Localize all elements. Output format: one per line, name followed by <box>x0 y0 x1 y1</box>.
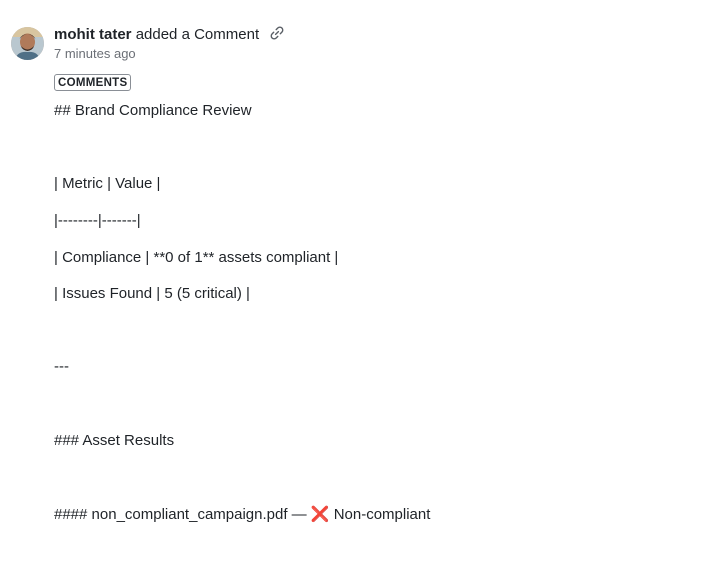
avatar[interactable] <box>11 27 44 60</box>
subheading-line: ### Asset Results <box>54 432 175 449</box>
heading-line: ## Brand Compliance Review <box>54 102 252 119</box>
table-separator-line: |--------|-------| <box>54 212 141 229</box>
comments-tag: COMMENTS <box>54 74 132 91</box>
compliance-row-line: | Compliance | **0 of 1** assets complia… <box>54 249 339 266</box>
cross-icon: ❌ <box>310 506 330 523</box>
table-header-line: | Metric | Value | <box>54 175 161 192</box>
action-text: added a <box>135 26 190 43</box>
author-name[interactable]: mohit tater <box>54 26 132 43</box>
link-icon[interactable] <box>269 25 285 46</box>
status-text: Non-compliant <box>329 506 431 523</box>
horizontal-rule-line: --- <box>54 358 69 375</box>
issues-row-line: | Issues Found | 5 (5 critical) | <box>54 285 250 302</box>
timestamp: 7 minutes ago <box>54 46 136 61</box>
asset-result-line: #### non_compliant_campaign.pdf — ❌ Non-… <box>54 506 430 524</box>
comment-header: mohit tater added a Comment <box>54 25 285 46</box>
asset-name: #### non_compliant_campaign.pdf — <box>54 506 311 523</box>
object-text: Comment <box>194 26 260 43</box>
avatar-photo <box>11 27 44 60</box>
